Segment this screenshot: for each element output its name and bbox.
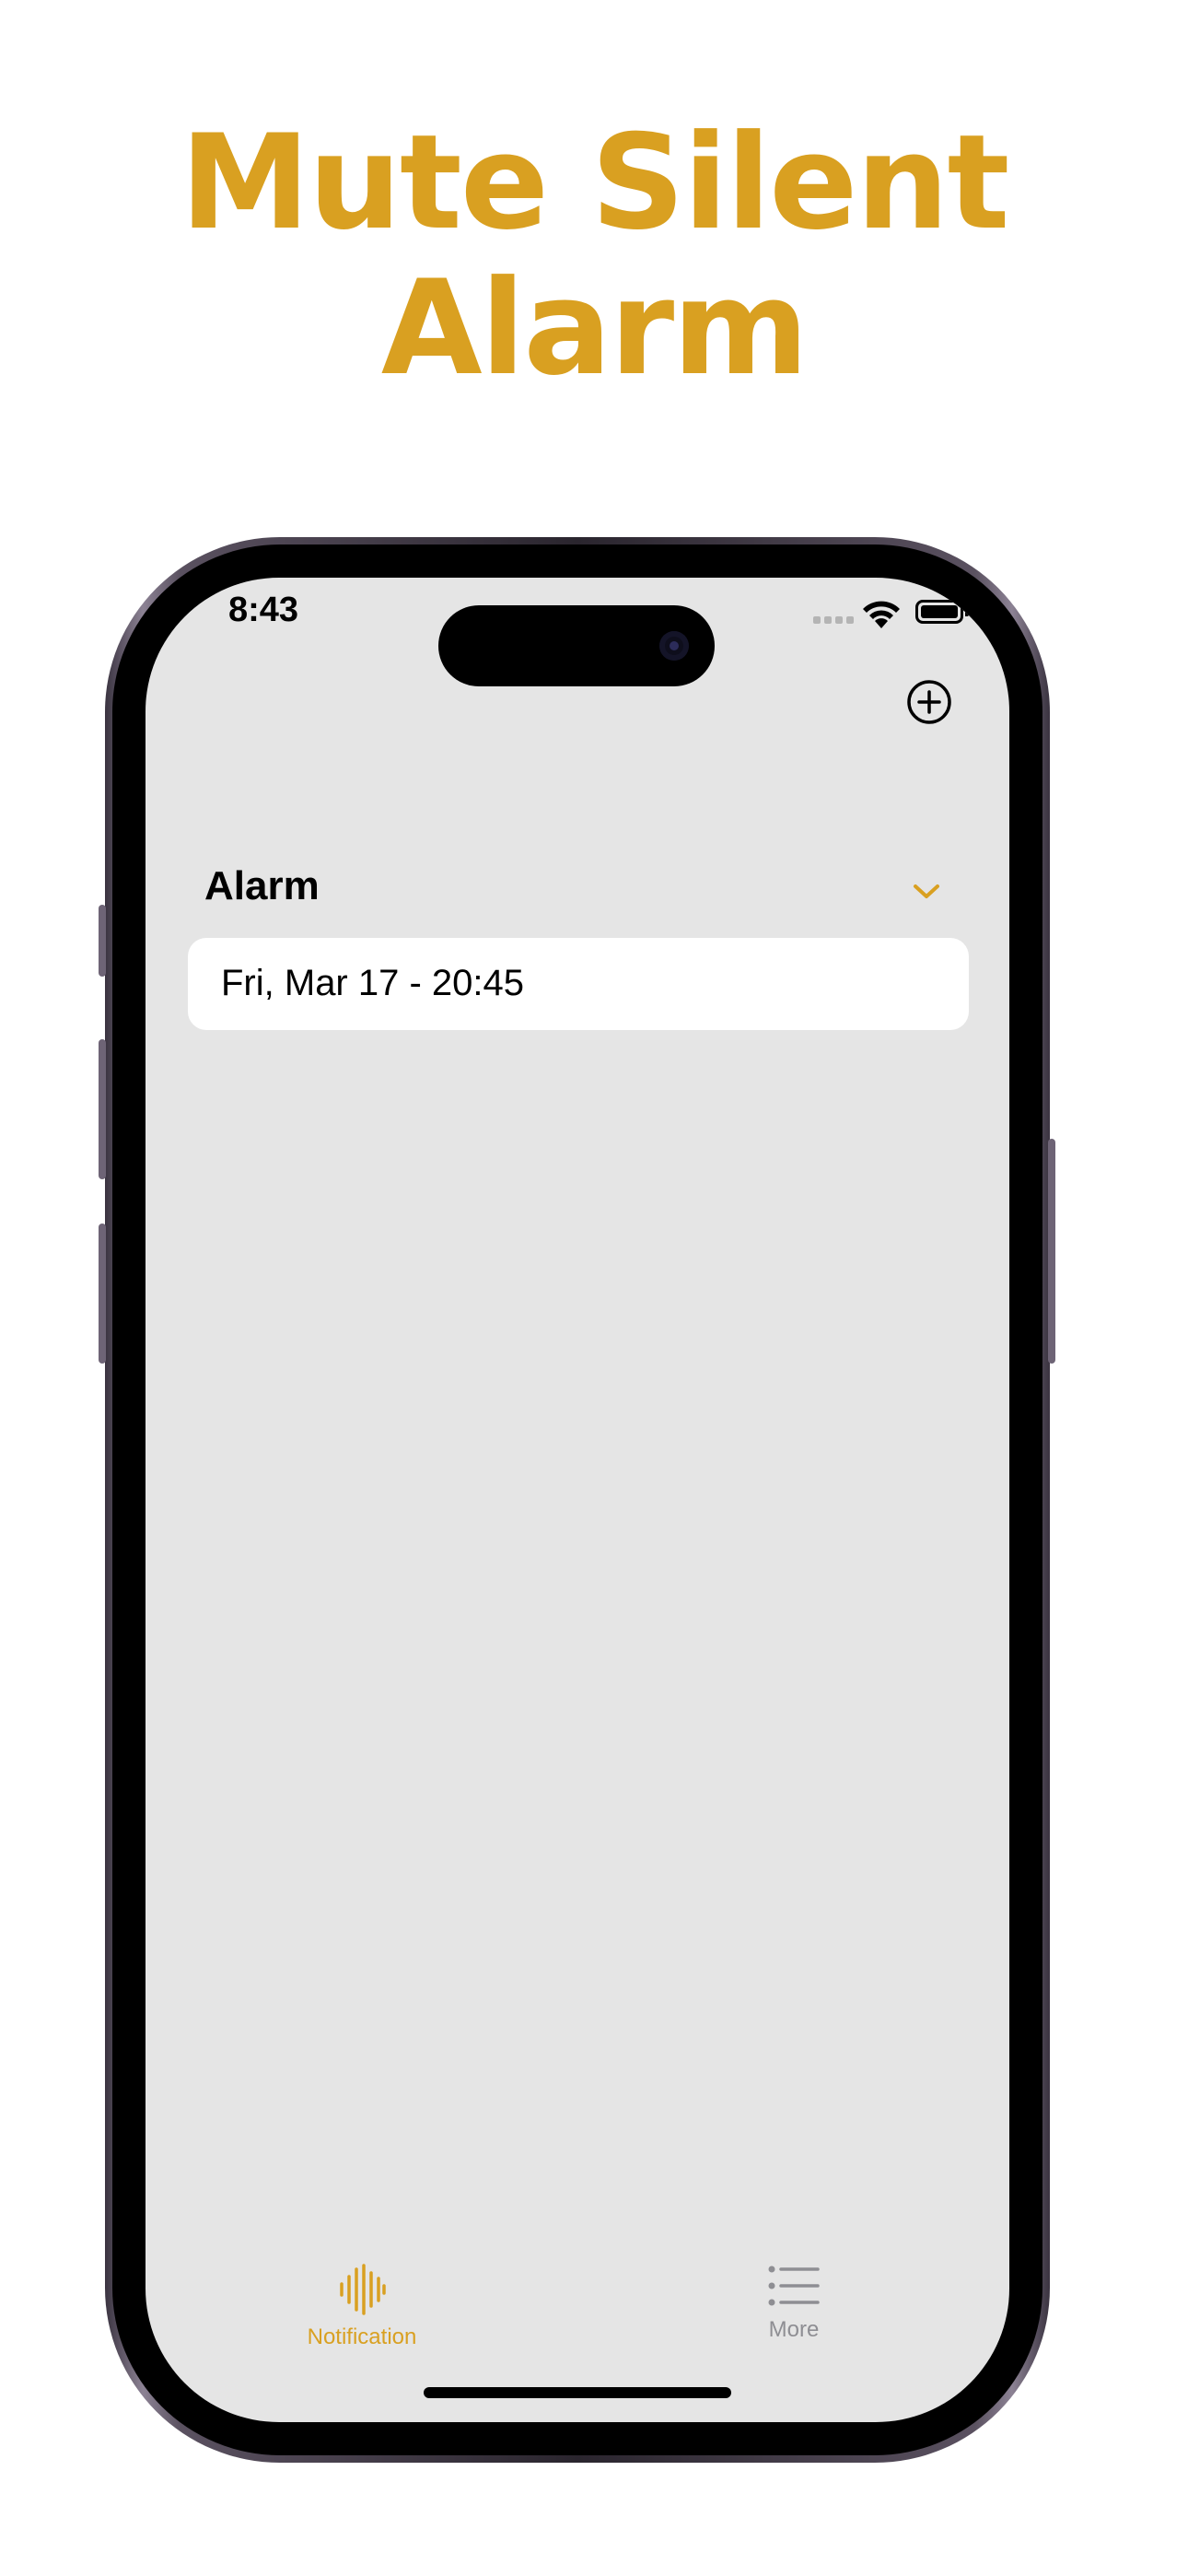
cellular-signal-icon (813, 616, 854, 624)
battery-icon (915, 600, 963, 624)
app-screen: 8:43 Alarm Fri, Mar 17 - 20:45 Notificat… (146, 578, 1009, 2422)
chevron-down-icon[interactable] (912, 882, 941, 902)
wifi-icon (863, 601, 900, 628)
tab-more-label: More (768, 2317, 820, 2342)
plus-circle-icon[interactable] (906, 679, 952, 725)
tab-more[interactable]: More (711, 2264, 877, 2343)
list-icon (768, 2266, 820, 2306)
promo-headline: Mute Silent Alarm (0, 111, 1188, 402)
tab-notification-label: Notification (307, 2324, 417, 2349)
tab-notification[interactable]: Notification (279, 2264, 445, 2350)
volume-up-button (99, 1039, 106, 1179)
action-button (99, 905, 106, 977)
volume-down-button (99, 1224, 106, 1364)
home-indicator[interactable] (424, 2387, 731, 2398)
power-button (1048, 1139, 1055, 1364)
app-store-screenshot: Mute Silent Alarm 8:43 Alarm Fri, Mar 17… (0, 0, 1188, 2576)
headline-line-2: Alarm (380, 252, 809, 404)
alarm-datetime: Fri, Mar 17 - 20:45 (221, 963, 525, 1003)
waveform-icon (340, 2264, 386, 2315)
alarm-list-item[interactable]: Fri, Mar 17 - 20:45 (188, 938, 969, 1030)
battery-tip (965, 607, 969, 616)
dynamic-island (438, 605, 715, 686)
front-camera-icon (659, 631, 689, 661)
headline-line-1: Mute Silent (180, 107, 1010, 259)
section-title: Alarm (204, 863, 320, 908)
status-time: 8:43 (228, 591, 299, 629)
